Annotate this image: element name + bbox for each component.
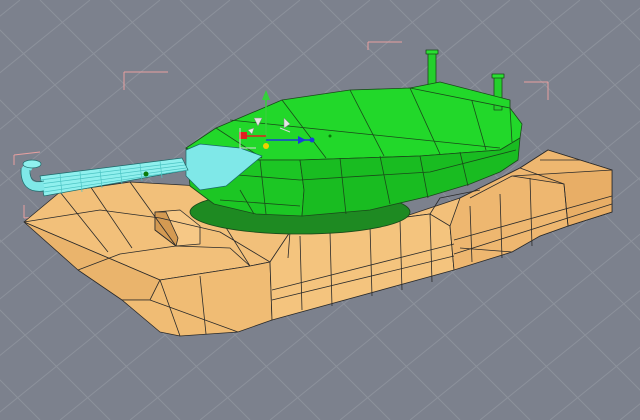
pivot-marker [328, 134, 332, 138]
grid-line [619, 403, 640, 420]
3d-viewport[interactable] [0, 0, 640, 420]
grid-line [0, 0, 21, 17]
grid-line [0, 379, 41, 420]
viewport-canvas[interactable] [0, 0, 640, 420]
pivot-point[interactable] [263, 143, 269, 149]
